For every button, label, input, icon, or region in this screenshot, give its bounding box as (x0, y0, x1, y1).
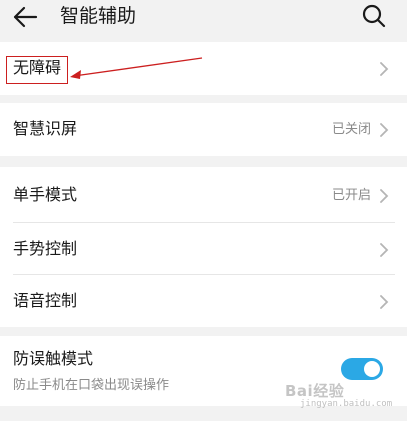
controls-card: 单手模式 已开启 手势控制 语音控制 (0, 167, 407, 327)
smart-screen-label: 智慧识屏 (13, 119, 78, 138)
page-title: 智能辅助 (60, 5, 137, 27)
voice-label: 语音控制 (13, 291, 78, 310)
chevron-right-icon (380, 62, 389, 76)
arrow-left-icon[interactable] (10, 4, 42, 30)
chevron-right-icon (380, 189, 389, 203)
watermark-url: jingyan.baidu.com (300, 399, 393, 409)
app-header: 智能辅助 (0, 0, 407, 40)
voice-row[interactable]: 语音控制 (0, 275, 407, 328)
annotation-box (6, 56, 68, 84)
one-hand-label: 单手模式 (13, 185, 78, 204)
gesture-row[interactable]: 手势控制 (0, 223, 407, 276)
anti-mistouch-label: 防误触模式 (13, 349, 94, 368)
watermark-logo: Bai经验 (285, 382, 345, 400)
search-icon[interactable] (360, 3, 388, 29)
toggle-knob (364, 361, 380, 377)
smart-screen-row[interactable]: 智慧识屏 已关闭 (0, 103, 407, 156)
anti-mistouch-description: 防止手机在口袋出现误操作 (13, 378, 170, 393)
chevron-right-icon (380, 123, 389, 137)
one-hand-row[interactable]: 单手模式 已开启 (0, 169, 407, 222)
smart-screen-status: 已关闭 (331, 122, 371, 137)
one-hand-status: 已开启 (331, 188, 371, 203)
anti-mistouch-toggle[interactable] (341, 358, 383, 380)
gesture-label: 手势控制 (13, 239, 78, 258)
annotation-arrow-icon (70, 57, 203, 79)
chevron-right-icon (380, 295, 389, 309)
smart-screen-card: 智慧识屏 已关闭 (0, 103, 407, 156)
chevron-right-icon (380, 243, 389, 257)
